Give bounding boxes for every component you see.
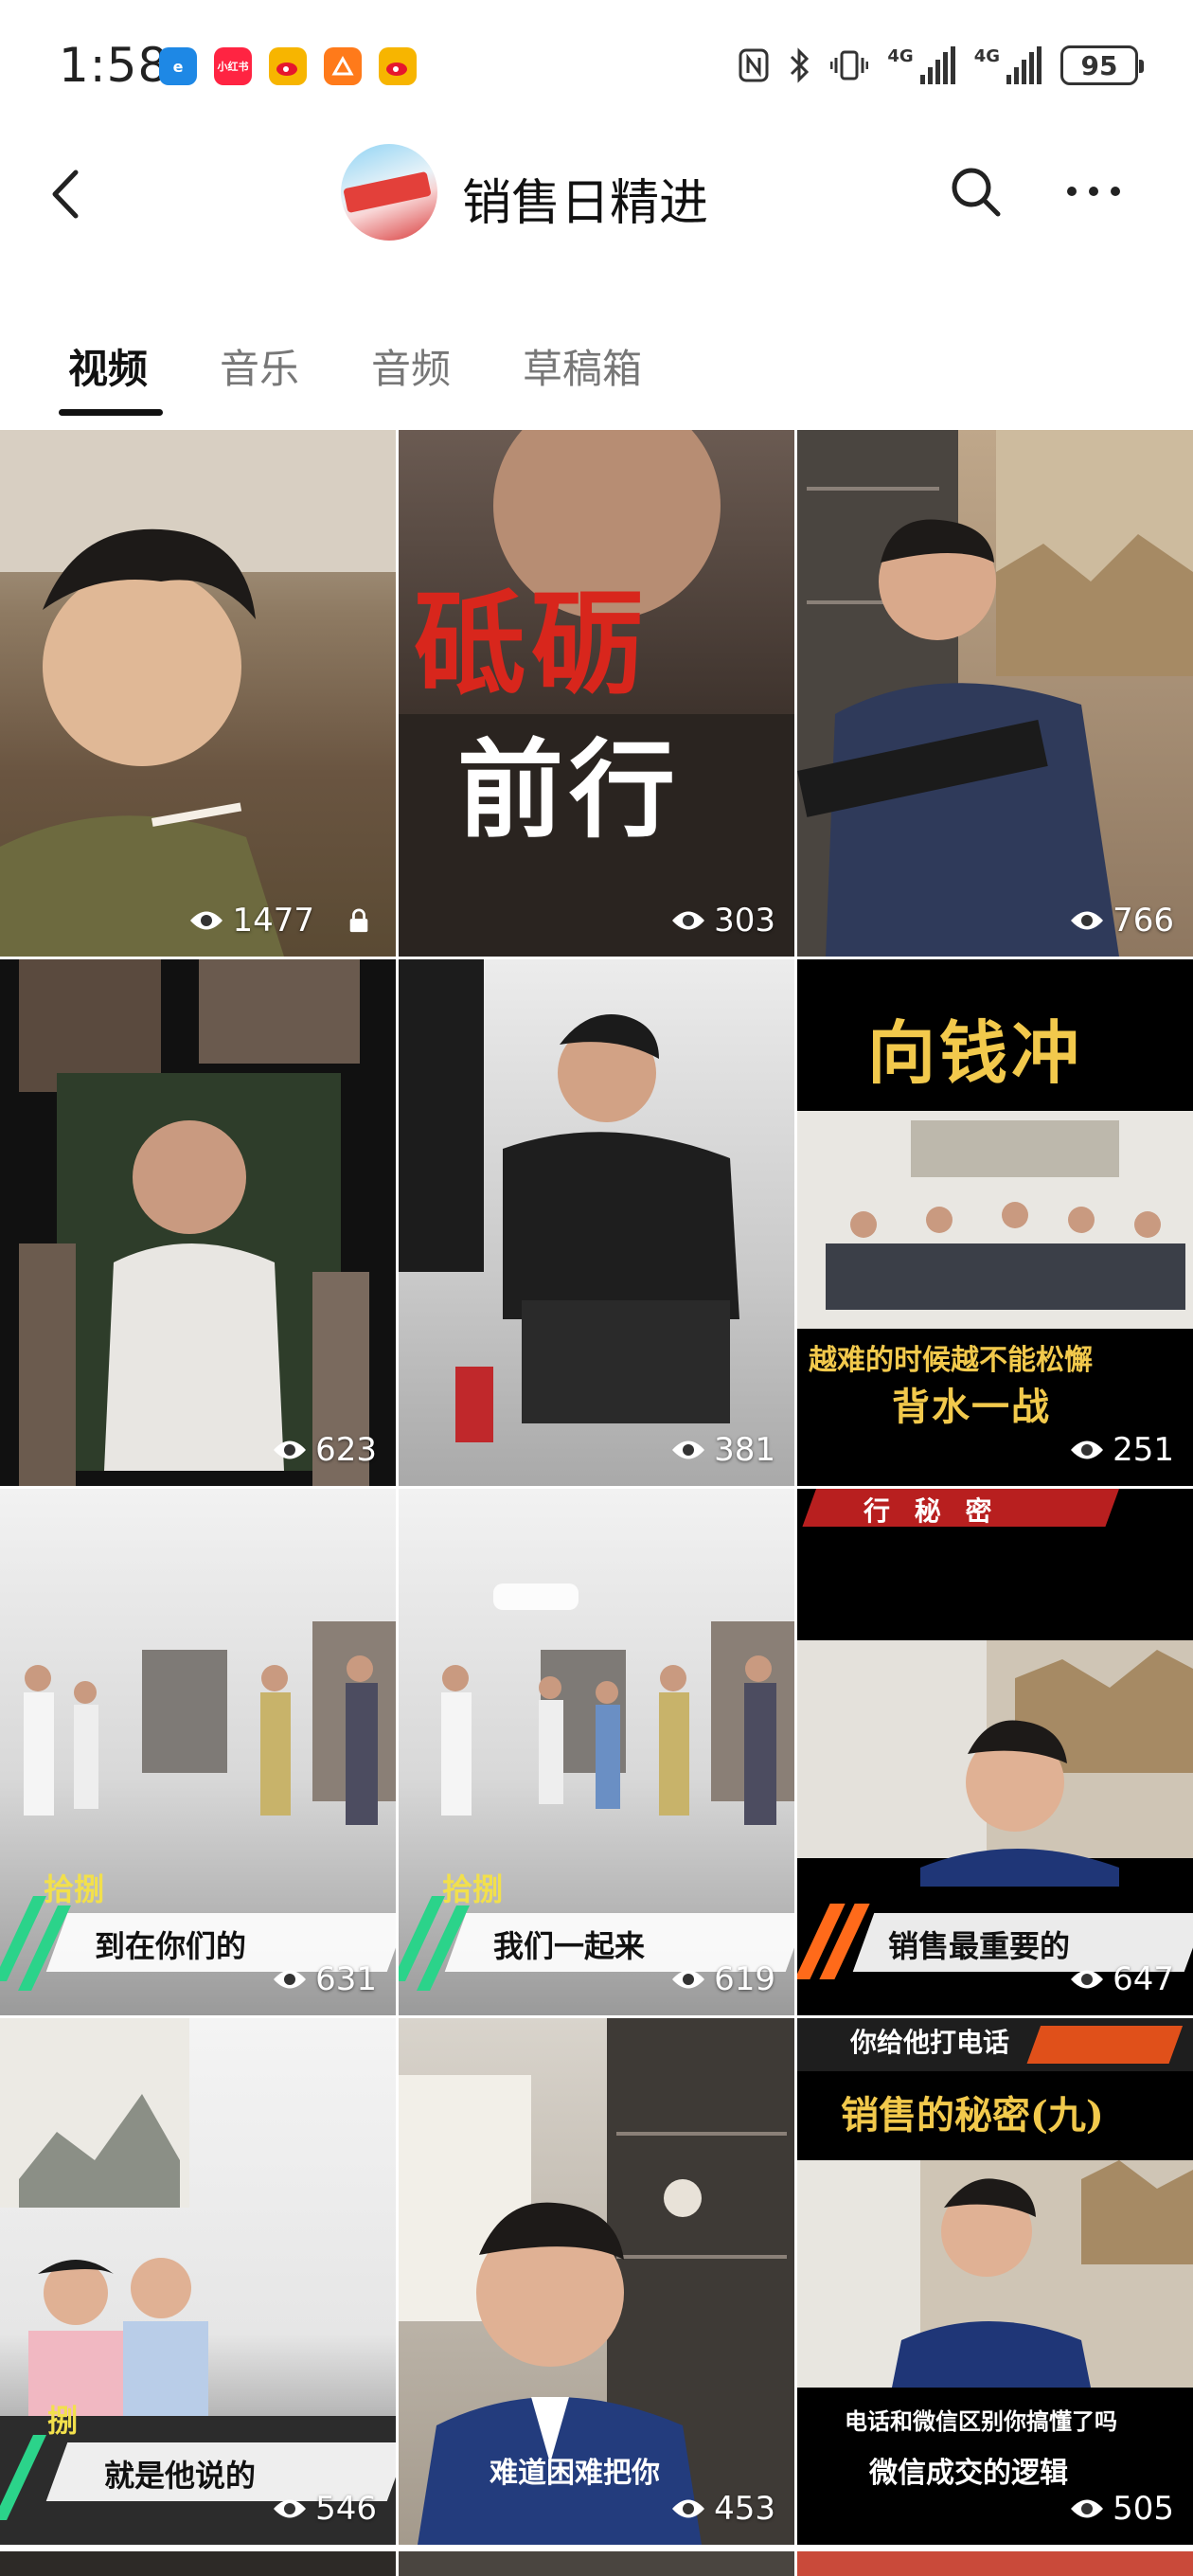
eye-icon [1071, 2499, 1104, 2518]
video-caption: 微信成交的逻辑 [869, 2457, 1068, 2490]
video-caption: 到在你们的 [95, 1928, 247, 1964]
view-count: 1477 [188, 902, 377, 939]
collection-avatar[interactable] [341, 144, 437, 241]
video-tile[interactable]: 砥砺 前行 303 [399, 430, 794, 957]
video-tile[interactable]: 难道困难把你 453 [399, 2018, 794, 2545]
view-count: 251 [1069, 1431, 1174, 1469]
video-tile[interactable]: 拾捌 到在你们的 631 [0, 1489, 396, 2015]
notification-icons: e 小红书 [159, 47, 417, 85]
video-caption: 就是他说的 [104, 2458, 257, 2494]
tab-audio[interactable]: 音频 [371, 341, 451, 417]
view-count: 303 [670, 902, 775, 939]
signal-icon-1: 4G [887, 46, 955, 84]
view-count: 647 [1069, 1960, 1174, 1998]
tab-drafts[interactable]: 草稿箱 [523, 341, 642, 417]
bluetooth-icon [791, 47, 810, 83]
eye-icon [1071, 1970, 1104, 1989]
tab-bar: 视频 音乐 音频 草稿箱 [0, 341, 1193, 426]
eye-icon [1071, 911, 1104, 930]
lock-icon [349, 908, 368, 933]
view-count: 766 [1069, 902, 1174, 939]
video-tile[interactable]: 向钱冲 越难的时候越不能松懈 背水一战 251 [797, 959, 1193, 1486]
video-tag: 拾捌 [44, 1871, 105, 1907]
video-tile[interactable]: 行 秘 密 销售最重要的 647 [797, 1489, 1193, 2015]
video-caption-small: 你给他打电话 [850, 2027, 1010, 2058]
video-tile[interactable]: 766 [797, 430, 1193, 957]
eye-icon [190, 911, 223, 930]
page-title: 销售日精进 [462, 175, 709, 232]
active-tab-indicator [59, 409, 163, 416]
video-tile[interactable]: 381 [399, 959, 794, 1486]
system-icons: 4G 4G 95 [738, 45, 1144, 85]
eye-icon [274, 2499, 307, 2518]
view-count: 546 [272, 2490, 377, 2528]
tab-music[interactable]: 音乐 [220, 341, 299, 417]
video-caption-top: 向钱冲 [867, 1012, 1084, 1093]
video-tag: 拾捌 [442, 1871, 504, 1907]
video-caption-bottom: 前行 [457, 728, 681, 852]
video-caption-mid: 越难的时候越不能松懈 [809, 1344, 1093, 1377]
chevron-left-icon [52, 170, 79, 219]
xiaohongshu-icon: 小红书 [214, 47, 252, 85]
vibrate-icon [830, 50, 869, 80]
eye-icon [672, 911, 705, 930]
video-caption: 我们一起来 [493, 1928, 646, 1964]
eye-icon [274, 1970, 307, 1989]
app-orange-icon [324, 47, 362, 85]
video-tile-partial[interactable] [797, 2551, 1193, 2576]
eye-icon [672, 1440, 705, 1459]
video-tile[interactable]: 你给他打电话 销售的秘密(九) 电话和微信区别你搞懂了吗 微信成交的逻辑 505 [797, 2018, 1193, 2545]
battery-indicator: 95 [1060, 45, 1144, 85]
view-count: 631 [272, 1960, 377, 1998]
eye-icon [672, 1970, 705, 1989]
video-tile[interactable]: 1477 [0, 430, 396, 957]
weibo-icon-2 [379, 47, 417, 85]
video-caption-top: 行 秘 密 [864, 1495, 1000, 1527]
view-count: 381 [670, 1431, 775, 1469]
view-count: 619 [670, 1960, 775, 1998]
video-tile[interactable]: 拾捌 我们一起来 619 [399, 1489, 794, 2015]
status-bar: 1:58 e 小红书 4G 4G 95 [0, 0, 1193, 133]
status-time: 1:58 [59, 38, 169, 93]
nfc-icon [739, 48, 769, 82]
weibo-icon [269, 47, 307, 85]
eye-icon [1071, 1440, 1104, 1459]
video-caption-top: 销售的秘密(九) [841, 2093, 1104, 2138]
video-caption: 难道困难把你 [490, 2457, 660, 2490]
search-icon [952, 168, 1001, 217]
video-tile-partial[interactable] [399, 2551, 794, 2576]
more-button[interactable] [1060, 163, 1127, 220]
tab-video[interactable]: 视频 [68, 341, 148, 417]
video-tile-partial[interactable] [0, 2551, 396, 2576]
video-grid: 1477 砥砺 前行 303 766 623 381 向钱冲 越难的时候越不能松… [0, 430, 1193, 2545]
browser-icon: e [159, 47, 197, 85]
video-tag: 捌 [47, 2403, 79, 2439]
video-caption-top: 砥砺 [414, 578, 650, 709]
top-bar: 销售日精进 [0, 133, 1193, 256]
view-count: 453 [670, 2490, 775, 2528]
back-button[interactable] [38, 161, 95, 227]
video-caption-mid: 电话和微信区别你搞懂了吗 [845, 2407, 1117, 2435]
video-caption-bottom: 背水一战 [892, 1385, 1051, 1429]
signal-icon-2: 4G [974, 46, 1042, 84]
more-dots-icon [1067, 187, 1120, 196]
next-row-partial [0, 2551, 1193, 2576]
search-button[interactable] [947, 163, 1004, 220]
view-count: 505 [1069, 2490, 1174, 2528]
video-tile[interactable]: 623 [0, 959, 396, 1486]
video-tile[interactable]: 捌 就是他说的 546 [0, 2018, 396, 2545]
eye-icon [274, 1440, 307, 1459]
view-count: 623 [272, 1431, 377, 1469]
video-caption: 销售最重要的 [888, 1928, 1071, 1964]
eye-icon [672, 2499, 705, 2518]
